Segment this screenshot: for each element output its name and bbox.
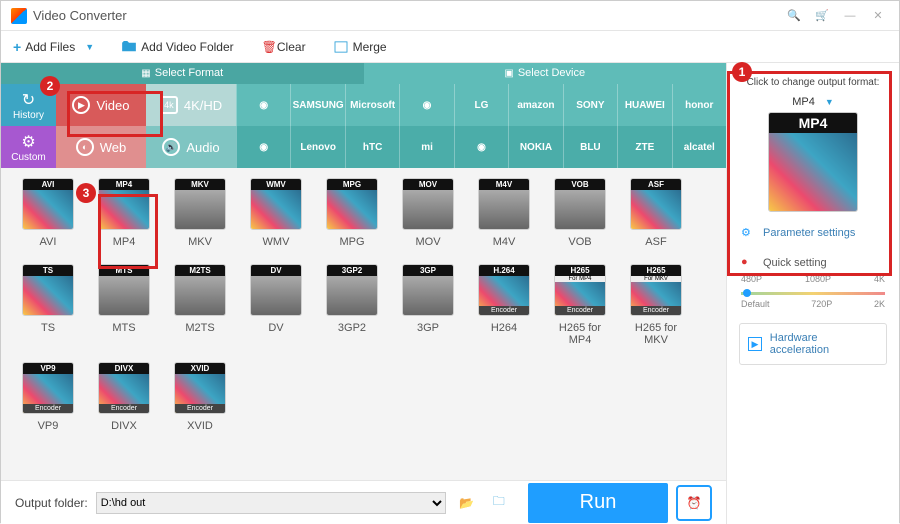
app-logo-icon (11, 8, 27, 24)
format-mkv[interactable]: MKVMKV (173, 178, 227, 248)
format-h265-for-mp4[interactable]: H265For MP4EncoderH265 for MP4 (553, 264, 607, 346)
hw-label: Hardware acceleration (770, 332, 878, 356)
output-folder-select[interactable]: D:\hd out (96, 492, 446, 514)
brand-BLU[interactable]: BLU (563, 126, 617, 168)
format-mts[interactable]: MTSMTS (97, 264, 151, 346)
clear-label: Clear (277, 40, 306, 54)
custom-tab[interactable]: ⚙Custom (1, 126, 56, 168)
cart-icon[interactable]: 🛒 (811, 5, 833, 27)
format-mpg[interactable]: MPGMPG (325, 178, 379, 248)
tab-device-label: Select Device (518, 67, 585, 79)
run-label: Run (580, 491, 617, 514)
brand-mi[interactable]: mi (399, 126, 453, 168)
format-dv[interactable]: DVDV (249, 264, 303, 346)
slider-knob[interactable] (743, 289, 751, 297)
device-icon: ▣ (504, 68, 513, 79)
slider-marks-bottom: Default720P2K (741, 299, 885, 309)
history-label: History (13, 110, 44, 121)
brand-grid: ◉SAMSUNGMicrosoft◉LGamazonSONYHUAWEIhono… (236, 84, 726, 168)
brand-NOKIA[interactable]: NOKIA (508, 126, 562, 168)
merge-label: Merge (353, 40, 387, 54)
format-h264[interactable]: H.264EncoderH264 (477, 264, 531, 346)
custom-label: Custom (11, 152, 45, 163)
cat-audio-label: Audio (186, 140, 219, 155)
run-button[interactable]: Run (528, 483, 668, 523)
format-ts[interactable]: TSTS (21, 264, 75, 346)
format-avi[interactable]: AVIAVI (21, 178, 75, 248)
format-vob[interactable]: VOBVOB (553, 178, 607, 248)
browse-folder-button[interactable]: 🗀 (488, 492, 510, 514)
add-folder-button[interactable]: Add Video Folder (122, 40, 234, 54)
format-divx[interactable]: DIVXEncoderDIVX (97, 362, 151, 432)
tab-format-label: Select Format (155, 67, 223, 79)
brand-ZTE[interactable]: ZTE (617, 126, 671, 168)
bottom-bar: Output folder: D:\hd out 📂 🗀 Run ⏰ (1, 480, 726, 524)
format-m4v[interactable]: M4VM4V (477, 178, 531, 248)
format-vp9[interactable]: VP9EncoderVP9 (21, 362, 75, 432)
trash-icon: 🗑 (262, 40, 277, 54)
brand-honor[interactable]: honor (672, 84, 726, 126)
title-bar: Video Converter 🔍 🛒 — ✕ (1, 1, 899, 31)
open-folder-button[interactable]: 📂 (456, 492, 478, 514)
hardware-accel-toggle[interactable]: ▶ Hardware acceleration (739, 323, 887, 365)
output-folder-label: Output folder: (15, 496, 88, 510)
brand-logo[interactable]: ◉ (399, 84, 453, 126)
format-3gp2[interactable]: 3GP23GP2 (325, 264, 379, 346)
brand-SAMSUNG[interactable]: SAMSUNG (290, 84, 344, 126)
alarm-button[interactable]: ⏰ (676, 485, 712, 521)
add-folder-label: Add Video Folder (141, 40, 234, 54)
callout-number-2: 2 (40, 76, 60, 96)
gear-icon: ⚙ (21, 132, 35, 152)
format-device-tabs: ▦ Select Format ▣ Select Device (1, 63, 726, 84)
chevron-down-icon: ▼ (85, 42, 94, 52)
speaker-icon: 🔊 (162, 138, 180, 156)
brand-HUAWEI[interactable]: HUAWEI (617, 84, 671, 126)
format-xvid[interactable]: XVIDEncoderXVID (173, 362, 227, 432)
brand-logo[interactable]: ◉ (236, 84, 290, 126)
brand-alcatel[interactable]: alcatel (672, 126, 726, 168)
callout-2 (67, 91, 163, 137)
brand-logo[interactable]: ◉ (454, 126, 508, 168)
callout-1 (727, 71, 892, 276)
add-files-label: Add Files (25, 40, 75, 54)
callout-number-1: 1 (732, 62, 752, 82)
add-files-button[interactable]: + Add Files ▼ (13, 39, 94, 55)
plus-icon: + (13, 39, 21, 55)
format-m2ts[interactable]: M2TSM2TS (173, 264, 227, 346)
brand-SONY[interactable]: SONY (563, 84, 617, 126)
format-h265-for-mkv[interactable]: H265For MKVEncoderH265 for MKV (629, 264, 683, 346)
main-toolbar: + Add Files ▼ Add Video Folder 🗑 Clear M… (1, 31, 899, 63)
film-icon: ▦ (141, 68, 150, 79)
minimize-button[interactable]: — (839, 5, 861, 27)
brand-Microsoft[interactable]: Microsoft (345, 84, 399, 126)
globe-icon: ◐ (76, 138, 94, 156)
brand-amazon[interactable]: amazon (508, 84, 562, 126)
callout-3 (98, 194, 158, 269)
format-asf[interactable]: ASFASF (629, 178, 683, 248)
cat-4k-label: 4K/HD (184, 98, 222, 113)
checkbox-icon: ▶ (748, 337, 762, 351)
close-button[interactable]: ✕ (867, 5, 889, 27)
search-icon[interactable]: 🔍 (783, 5, 805, 27)
callout-number-3: 3 (76, 183, 96, 203)
cat-web-label: Web (100, 140, 127, 155)
merge-button[interactable]: Merge (334, 40, 387, 54)
format-3gp[interactable]: 3GP3GP (401, 264, 455, 346)
app-title: Video Converter (33, 8, 127, 23)
clear-button[interactable]: 🗑 Clear (262, 40, 306, 54)
format-wmv[interactable]: WMVWMV (249, 178, 303, 248)
history-icon: ↻ (22, 90, 35, 110)
format-mov[interactable]: MOVMOV (401, 178, 455, 248)
brand-hTC[interactable]: hTC (345, 126, 399, 168)
brand-logo[interactable]: ◉ (236, 126, 290, 168)
brand-LG[interactable]: LG (454, 84, 508, 126)
brand-Lenovo[interactable]: Lenovo (290, 126, 344, 168)
merge-icon (334, 41, 348, 53)
folder-icon (122, 41, 136, 53)
quality-slider[interactable]: 480P1080P4K Default720P2K (727, 270, 899, 313)
tab-select-device[interactable]: ▣ Select Device (364, 63, 727, 84)
